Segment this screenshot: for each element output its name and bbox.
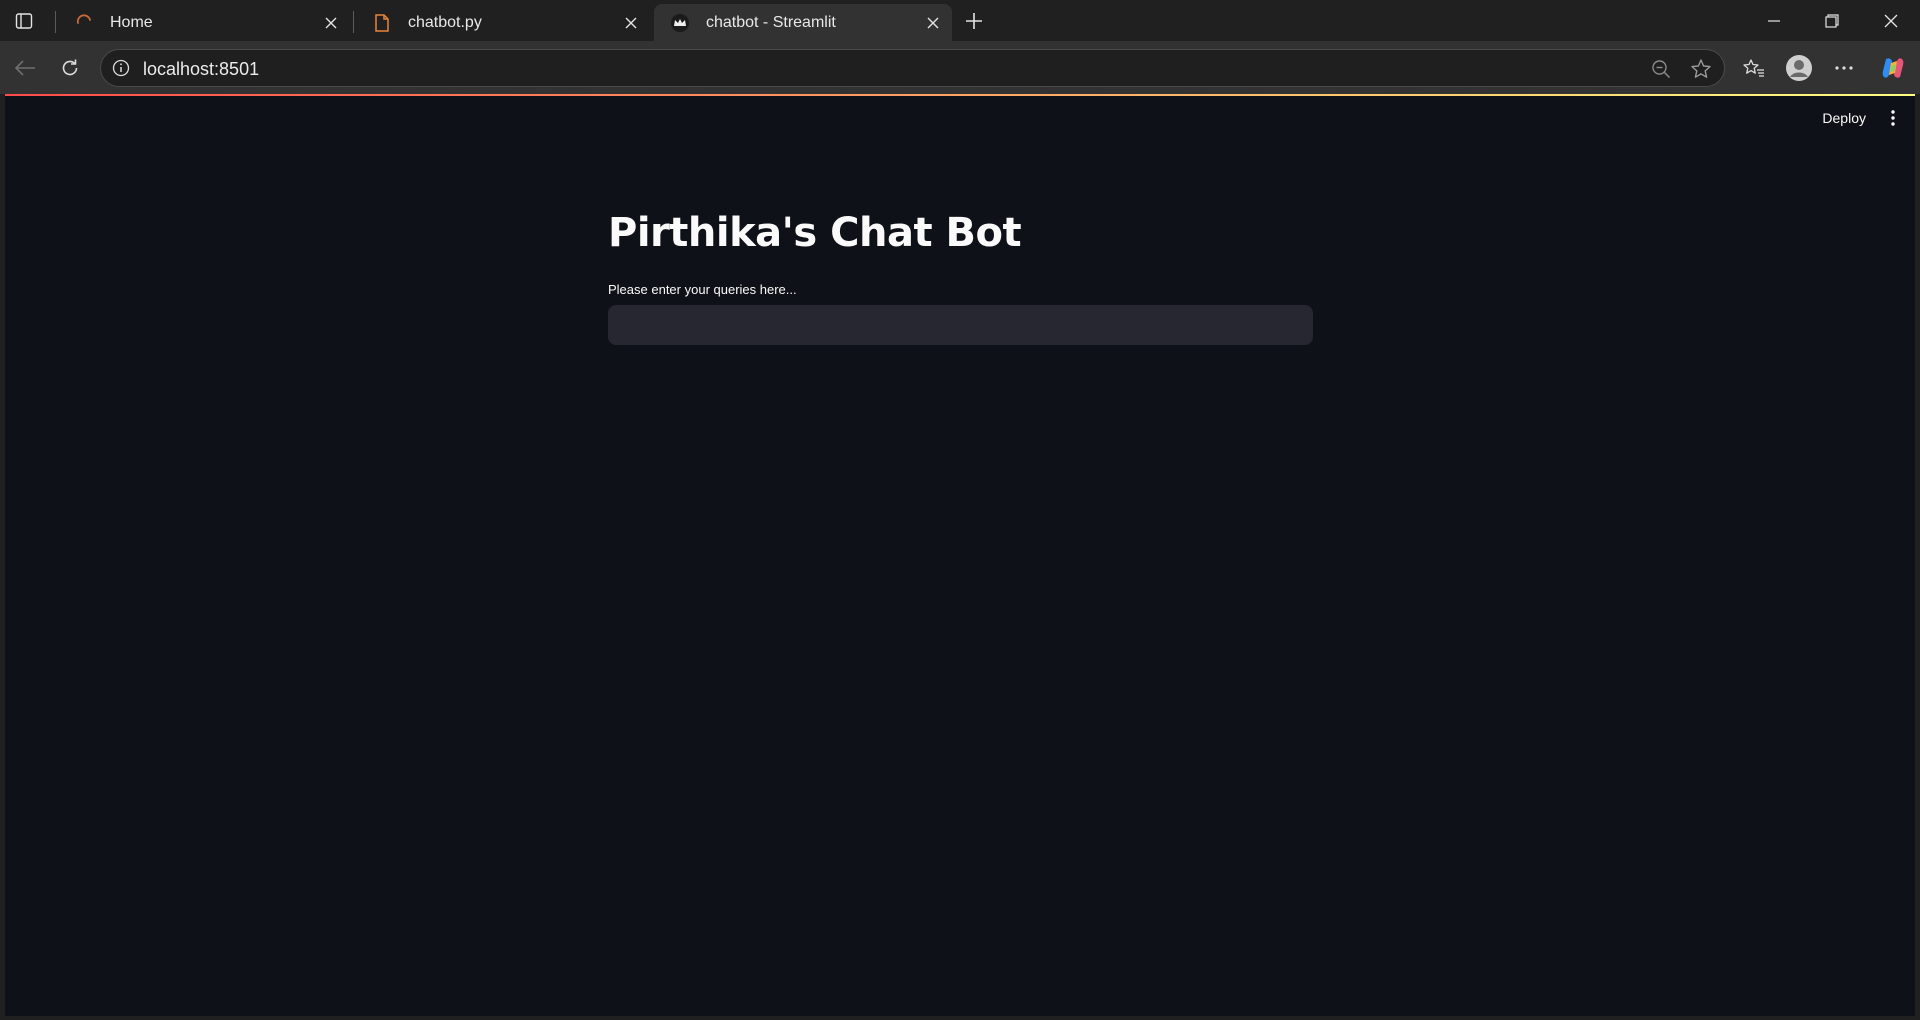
page-title: Pirthika's Chat Bot — [608, 210, 1022, 256]
tab-separator — [353, 11, 354, 33]
address-bar[interactable]: localhost:8501 — [100, 49, 1725, 87]
close-icon[interactable] — [316, 8, 346, 38]
tab-home[interactable]: Home — [58, 4, 350, 41]
refresh-icon[interactable] — [52, 51, 88, 85]
query-input-container[interactable] — [608, 305, 1313, 345]
tab-bar: Home chatbot.py chatbot - Streamlit — [0, 0, 1920, 41]
tab-title: Home — [110, 13, 153, 31]
deploy-button[interactable]: Deploy — [1814, 106, 1874, 130]
main-content: Pirthika's Chat Bot Please enter your qu… — [608, 209, 1315, 345]
profile-avatar-icon[interactable] — [1781, 51, 1817, 85]
query-input-label: Please enter your queries here... — [608, 282, 797, 297]
main-menu-icon[interactable] — [1883, 106, 1903, 130]
tab-separator — [55, 11, 56, 33]
copilot-icon[interactable] — [1875, 51, 1911, 85]
back-arrow-icon[interactable] — [7, 51, 43, 85]
favorite-star-icon[interactable] — [1688, 56, 1714, 82]
more-options-icon[interactable] — [1826, 51, 1862, 85]
restore-icon[interactable] — [1803, 0, 1861, 41]
browser-toolbar: localhost:8501 — [0, 41, 1920, 94]
tab-title: chatbot.py — [408, 13, 482, 31]
header-decoration-bar — [5, 94, 1915, 96]
address-url: localhost:8501 — [143, 59, 260, 79]
minimize-icon[interactable] — [1745, 0, 1803, 41]
streamlit-app: Deploy Pirthika's Chat Bot Please enter … — [5, 94, 1915, 1016]
close-icon[interactable] — [616, 8, 646, 38]
zoom-out-icon[interactable] — [1648, 56, 1674, 82]
site-info-icon[interactable] — [111, 58, 131, 78]
file-icon — [372, 13, 392, 33]
tab-title: chatbot - Streamlit — [706, 13, 836, 31]
tab-chatbot-py[interactable]: chatbot.py — [356, 4, 650, 41]
favorites-icon[interactable] — [1736, 51, 1772, 85]
query-input[interactable] — [609, 306, 1312, 344]
tab-streamlit[interactable]: chatbot - Streamlit — [654, 4, 952, 41]
tab-actions-icon[interactable] — [8, 8, 40, 34]
close-icon[interactable] — [918, 8, 948, 38]
new-tab-icon[interactable] — [958, 8, 990, 34]
loading-arc-icon — [74, 13, 94, 33]
window-close-icon[interactable] — [1862, 0, 1920, 41]
streamlit-crown-icon — [670, 13, 690, 33]
